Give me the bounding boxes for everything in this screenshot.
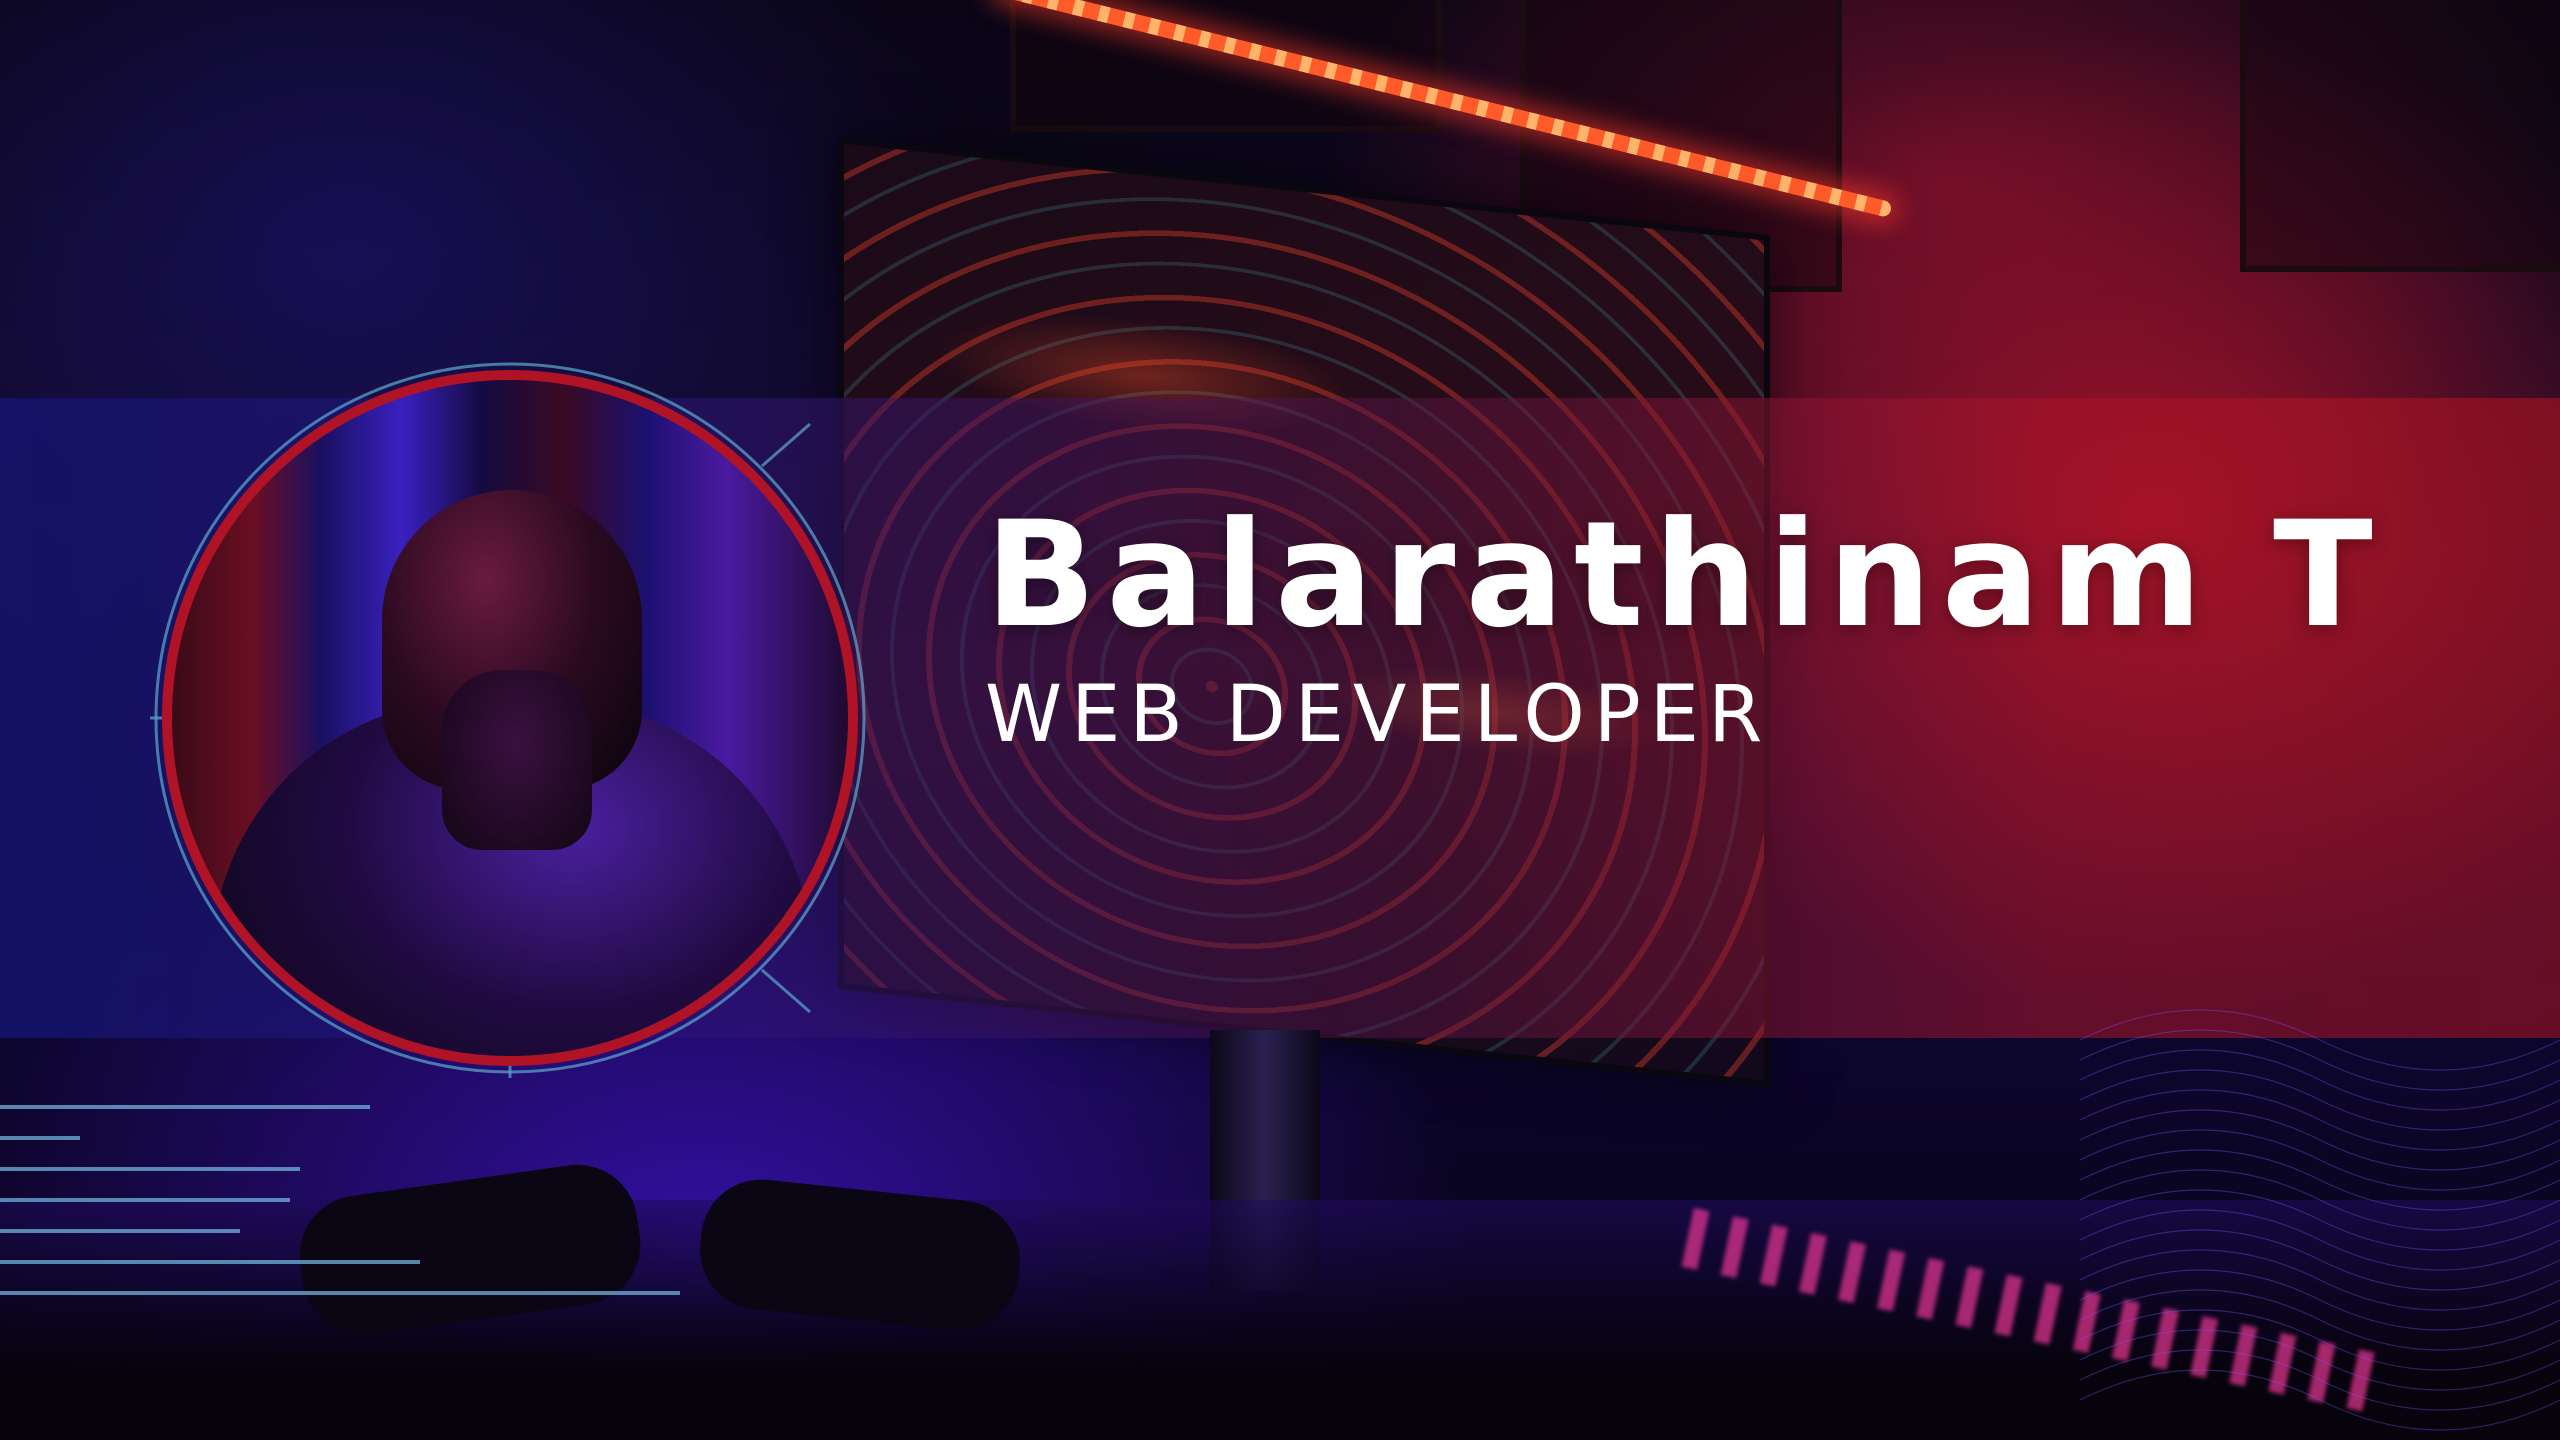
decorative-line bbox=[0, 1198, 290, 1202]
decorative-line bbox=[0, 1167, 300, 1171]
profile-role: WEB DEVELOPER bbox=[985, 670, 1772, 760]
profile-banner: Balarathinam T WEB DEVELOPER bbox=[0, 0, 2560, 1440]
decorative-line bbox=[0, 1229, 240, 1233]
wall-frame-right bbox=[2240, 0, 2560, 272]
decorative-lines bbox=[0, 1105, 680, 1322]
avatar bbox=[162, 370, 858, 1066]
decorative-line bbox=[0, 1291, 680, 1295]
wave-lines-decoration bbox=[2080, 1009, 2560, 1431]
decorative-line bbox=[0, 1105, 370, 1109]
decorative-line bbox=[0, 1260, 420, 1264]
wall-frame-left bbox=[1010, 0, 1442, 132]
decorative-line bbox=[0, 1136, 80, 1140]
avatar-hands bbox=[442, 670, 592, 850]
profile-name: Balarathinam T bbox=[985, 490, 2383, 660]
